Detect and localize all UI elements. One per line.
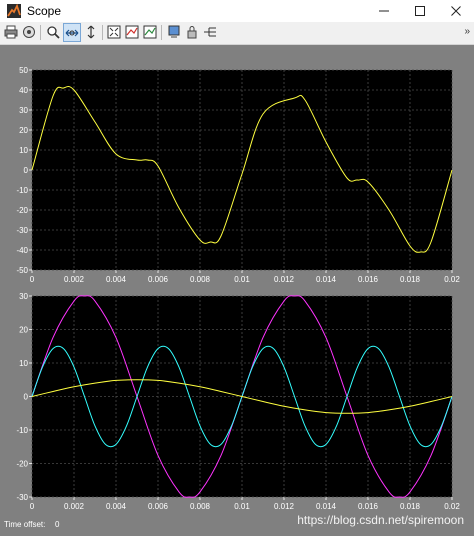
x-tick-label: 0.012 — [274, 275, 295, 284]
close-button[interactable] — [438, 0, 474, 22]
x-tick-label: 0.018 — [400, 502, 421, 511]
time-offset-label: Time offset: — [4, 520, 46, 529]
x-tick-label: 0.012 — [274, 502, 295, 511]
window-title: Scope — [27, 4, 62, 18]
toolbar-separator — [40, 25, 41, 40]
watermark-text: https://blog.csdn.net/spiremoon — [297, 513, 464, 527]
x-tick-label: 0.008 — [190, 275, 211, 284]
y-tick-label: -10 — [16, 426, 28, 435]
toolbar-separator — [102, 25, 103, 40]
toolbar-separator — [161, 25, 162, 40]
x-tick-label: 0.004 — [106, 502, 127, 511]
zoom-y-icon — [87, 25, 95, 39]
print-button[interactable] — [3, 24, 19, 40]
x-tick-label: 0.006 — [148, 502, 169, 511]
zoom-y-button[interactable] — [83, 24, 99, 40]
y-tick-label: 10 — [19, 359, 28, 368]
autoscale-button[interactable] — [106, 24, 122, 40]
parameters-button[interactable] — [21, 24, 37, 40]
y-tick-label: -20 — [16, 206, 28, 215]
x-tick-label: 0 — [30, 502, 35, 511]
save-axes-settings-button[interactable] — [124, 24, 140, 40]
save-axes-settings-icon — [125, 25, 139, 39]
restore-axes-settings-icon — [143, 25, 157, 39]
y-tick-label: 30 — [19, 292, 28, 301]
lock-axes-button[interactable] — [184, 24, 200, 40]
y-tick-label: -30 — [16, 226, 28, 235]
x-tick-label: 0.01 — [234, 275, 250, 284]
title-bar: Scope — [0, 0, 474, 22]
x-tick-label: 0.006 — [148, 275, 169, 284]
y-tick-label: -20 — [16, 460, 28, 469]
scope-plot-area: 0 0.002 0.004 0.006 0.008 0.01 0.012 0.014 0.016… — [0, 45, 474, 517]
minimize-button[interactable] — [366, 0, 402, 22]
time-offset-value: 0 — [55, 520, 60, 529]
y-tick-label: -10 — [16, 186, 28, 195]
zoom-button[interactable] — [45, 24, 61, 40]
zoom-x-icon — [65, 29, 79, 36]
x-tick-label: 0.002 — [64, 275, 85, 284]
x-tick-label: 0.018 — [400, 275, 421, 284]
signal-selector-button[interactable] — [202, 24, 218, 40]
y-tick-label: 0 — [24, 166, 29, 175]
x-tick-label: 0.008 — [190, 502, 211, 511]
floating-scope-button[interactable] — [166, 24, 182, 40]
x-tick-label: 0.02 — [444, 502, 460, 511]
y-tick-label: 10 — [19, 146, 28, 155]
toolbar-overflow-icon[interactable]: » — [464, 26, 470, 37]
minimize-icon — [379, 10, 389, 12]
maximize-icon — [415, 6, 425, 16]
toolbar: » — [0, 22, 474, 45]
close-icon — [451, 6, 461, 16]
restore-axes-settings-button[interactable] — [142, 24, 158, 40]
y-tick-label: 40 — [19, 86, 28, 95]
print-icon — [4, 25, 18, 39]
autoscale-icon — [107, 25, 121, 39]
y-tick-label: 20 — [19, 126, 28, 135]
y-tick-label: 0 — [24, 393, 29, 402]
y-tick-label: -30 — [16, 493, 28, 502]
x-tick-label: 0 — [30, 275, 35, 284]
zoom-icon — [47, 26, 60, 39]
scope-axes-1: 0 0.002 0.004 0.006 0.008 0.01 0.012 0.014 0.016… — [16, 66, 460, 284]
signal-selector-icon — [204, 27, 216, 37]
lock-axes-icon — [187, 26, 197, 39]
x-tick-label: 0.016 — [358, 502, 379, 511]
x-tick-label: 0.002 — [64, 502, 85, 511]
x-tick-label: 0.014 — [316, 275, 337, 284]
scope-axes-2: 0 0.002 0.004 0.006 0.008 0.01 0.012 0.014 0.016… — [16, 292, 460, 511]
x-tick-label: 0.01 — [234, 502, 250, 511]
y-tick-label: -50 — [16, 266, 28, 275]
x-tick-label: 0.014 — [316, 502, 337, 511]
y-tick-label: 50 — [19, 66, 28, 75]
y-tick-label: 30 — [19, 106, 28, 115]
floating-scope-icon — [168, 25, 180, 38]
zoom-x-button[interactable] — [63, 23, 81, 42]
parameters-icon — [23, 26, 35, 38]
y-tick-label: 20 — [19, 326, 28, 335]
x-tick-label: 0.004 — [106, 275, 127, 284]
x-tick-label: 0.016 — [358, 275, 379, 284]
scope-plots: 0 0.002 0.004 0.006 0.008 0.01 0.012 0.014 0.016… — [16, 66, 460, 511]
x-tick-label: 0.02 — [444, 275, 460, 284]
y-tick-label: -40 — [16, 246, 28, 255]
maximize-button[interactable] — [402, 0, 438, 22]
matlab-scope-icon — [7, 4, 21, 18]
